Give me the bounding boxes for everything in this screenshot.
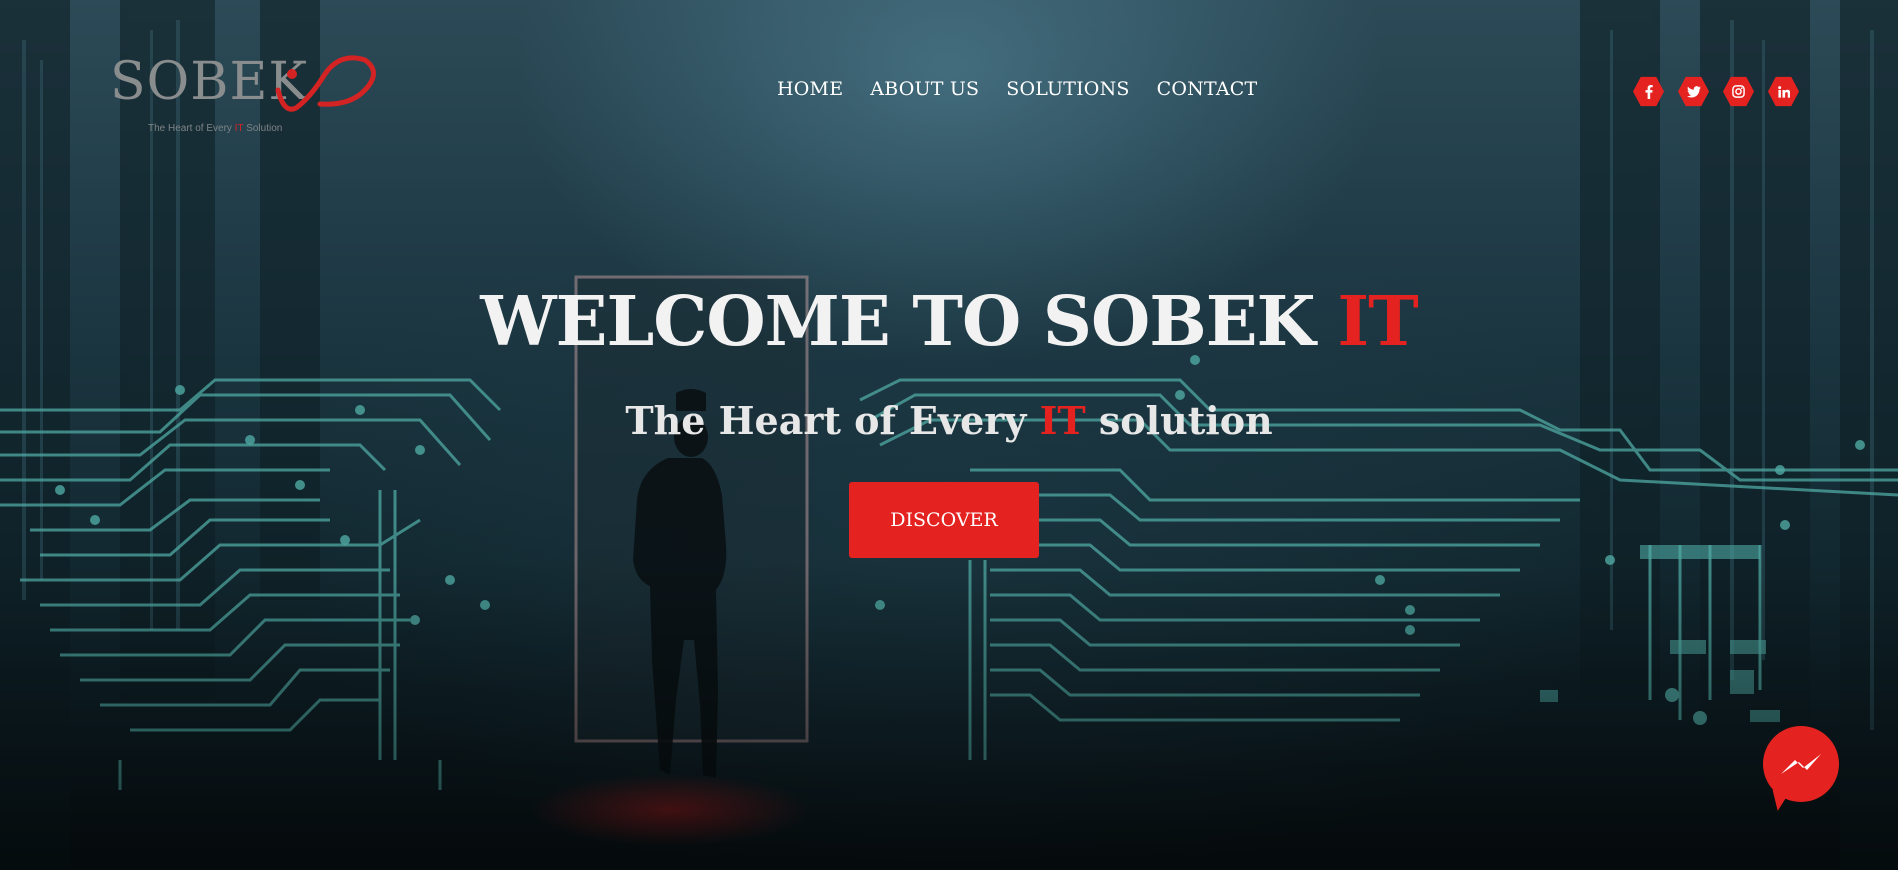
logo-heart-swoosh-icon — [275, 55, 376, 112]
nav-solutions[interactable]: SOLUTIONS — [1006, 78, 1129, 100]
messenger-chat-button[interactable] — [1763, 726, 1839, 802]
main-nav: HOME ABOUT US SOLUTIONS CONTACT — [777, 78, 1284, 100]
nav-home[interactable]: HOME — [777, 78, 843, 100]
logo-tagline: The Heart of Every IT Solution — [148, 123, 283, 134]
instagram-icon[interactable] — [1723, 76, 1754, 107]
discover-button[interactable]: DISCOVER — [849, 482, 1039, 558]
nav-contact[interactable]: CONTACT — [1157, 78, 1258, 100]
site-logo[interactable]: SOBEK The Heart of Every IT Solution — [110, 50, 380, 140]
messenger-icon — [1781, 754, 1821, 774]
hero-title: WELCOME TO SOBEK IT — [480, 282, 1419, 362]
twitter-icon[interactable] — [1678, 76, 1709, 107]
facebook-icon[interactable] — [1633, 76, 1664, 107]
social-links — [1633, 76, 1799, 107]
linkedin-icon[interactable] — [1768, 76, 1799, 107]
hero-page: SOBEK The Heart of Every IT Solution HOM… — [0, 0, 1898, 870]
hero-subtitle: The Heart of Every IT solution — [625, 398, 1273, 443]
nav-about-us[interactable]: ABOUT US — [870, 78, 979, 100]
